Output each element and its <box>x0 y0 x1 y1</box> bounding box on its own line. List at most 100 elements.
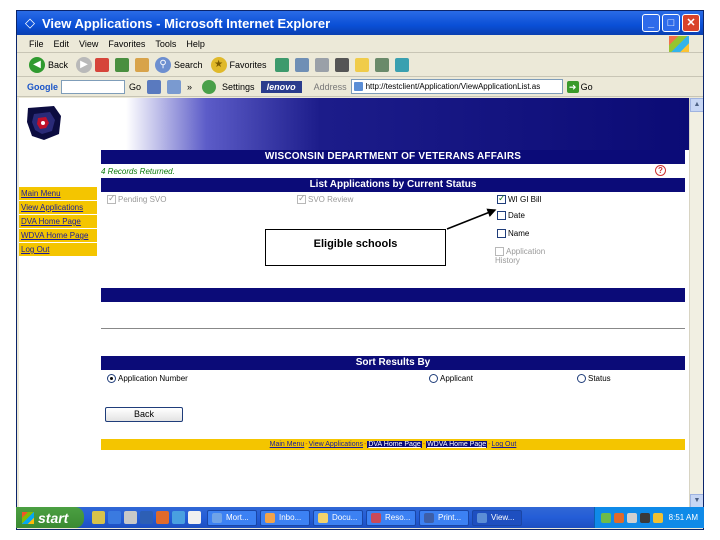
list-applications-header: List Applications by Current Status <box>101 178 685 192</box>
address-go-button[interactable]: ➜ Go <box>566 80 593 93</box>
footer-link-wdva-home[interactable]: WDVA Home Page <box>426 441 488 448</box>
results-bar <box>101 288 685 302</box>
sidebar-item-dva-home[interactable]: DVA Home Page <box>19 215 97 228</box>
footer-links: Main Menu-View Applications- DVA Home Pag… <box>101 439 685 450</box>
footer-link-view-applications[interactable]: View Applications <box>309 441 363 448</box>
taskbar-item[interactable]: Reso... <box>366 509 416 526</box>
start-button[interactable]: start <box>16 507 84 528</box>
sort-option-application-number[interactable]: Application Number <box>107 374 188 384</box>
footer-separator: - <box>305 441 308 448</box>
more-chevron[interactable]: » <box>187 82 192 92</box>
filter-option-name[interactable]: Name <box>497 229 530 239</box>
date-checkbox[interactable] <box>497 211 506 221</box>
menu-tools[interactable]: Tools <box>155 39 176 49</box>
settings-button[interactable]: Settings <box>222 82 255 92</box>
application-number-radio[interactable] <box>107 374 116 384</box>
status-option-wi-gi-bill[interactable]: WI GI Bill <box>497 193 541 205</box>
svo-review-label: SVO Review <box>308 195 354 204</box>
taskbar-item[interactable]: Inbo... <box>260 509 310 526</box>
menu-file[interactable]: File <box>29 39 44 49</box>
title-bar[interactable]: ◇ View Applications - Microsoft Internet… <box>17 11 703 35</box>
favorites-label: Favorites <box>229 59 267 70</box>
quick-launch-icon[interactable] <box>188 511 201 524</box>
minimize-button[interactable]: _ <box>642 14 660 32</box>
sidebar-item-view-applications[interactable]: View Applications <box>19 201 97 214</box>
applicant-radio[interactable] <box>429 374 438 384</box>
sort-option-status[interactable]: Status <box>577 374 611 384</box>
quick-launch-icon[interactable] <box>140 511 153 524</box>
footer-separator: - <box>363 441 367 448</box>
vertical-scrollbar[interactable]: ▲ ▼ <box>689 98 703 508</box>
refresh-icon[interactable] <box>115 57 130 72</box>
page-viewport: WISCONSIN DEPARTMENT OF VETERANS AFFAIRS… <box>19 98 689 508</box>
search-toolbar-button[interactable]: ⚲ Search <box>155 56 203 73</box>
tray-icon[interactable] <box>600 512 611 523</box>
forward-arrow-icon[interactable]: ▶ <box>76 56 93 73</box>
quick-launch-icon[interactable] <box>156 511 169 524</box>
quick-launch-icon[interactable] <box>124 511 137 524</box>
stop-icon[interactable] <box>95 57 110 72</box>
menu-view[interactable]: View <box>79 39 98 49</box>
search-label: Search <box>174 59 203 70</box>
footer-link-dva-home[interactable]: DVA Home Page <box>367 441 422 448</box>
address-input[interactable]: http://testclient/Application/ViewApplic… <box>350 79 563 94</box>
home-icon[interactable] <box>135 57 150 72</box>
lenovo-logo[interactable]: lenovo <box>260 80 302 93</box>
menu-help[interactable]: Help <box>186 39 205 49</box>
filter-option-date[interactable]: Date <box>497 211 525 221</box>
google-search-input[interactable] <box>61 79 125 94</box>
messenger-icon[interactable] <box>394 57 409 72</box>
print-icon[interactable] <box>314 57 329 72</box>
applicant-label: Applicant <box>440 374 473 383</box>
close-button[interactable]: ✕ <box>682 14 700 32</box>
history-icon[interactable] <box>274 57 289 72</box>
name-label: Name <box>508 229 530 238</box>
sort-option-applicant[interactable]: Applicant <box>429 374 473 384</box>
taskbar-item[interactable]: Mort... <box>207 509 257 526</box>
name-checkbox[interactable] <box>497 229 506 239</box>
sidebar-item-main-menu[interactable]: Main Menu <box>19 187 97 200</box>
system-tray: 8:51 AM <box>593 507 704 528</box>
svo-review-checkbox <box>297 193 306 205</box>
quick-launch-icon[interactable] <box>92 511 105 524</box>
quick-launch-icon[interactable] <box>108 511 121 524</box>
quick-launch <box>92 511 201 524</box>
sidebar-item-wdva-home[interactable]: WDVA Home Page <box>19 229 97 242</box>
google-popup-icon[interactable] <box>147 79 162 94</box>
google-mail-icon[interactable] <box>167 79 182 94</box>
taskbar-item[interactable]: Docu... <box>313 509 363 526</box>
taskbar-item-active[interactable]: View... <box>472 509 522 526</box>
quick-launch-icon[interactable] <box>172 511 185 524</box>
tray-icon[interactable] <box>613 512 624 523</box>
favorites-toolbar-button[interactable]: ★ Favorites <box>210 56 267 73</box>
google-go-button[interactable]: Go <box>129 82 141 92</box>
mail-icon[interactable] <box>294 57 309 72</box>
edit-icon[interactable] <box>334 57 349 72</box>
filter-option-application-history: Application History <box>495 247 565 265</box>
help-icon[interactable]: ? <box>655 165 666 176</box>
menu-favorites[interactable]: Favorites <box>108 39 145 49</box>
footer-link-main-menu[interactable]: Main Menu <box>270 441 305 448</box>
standard-toolbar: ◀ Back ▶ ⚲ Search ★ Favorites <box>17 53 703 77</box>
back-button[interactable]: Back <box>105 407 183 422</box>
scroll-up-icon[interactable]: ▲ <box>690 98 703 112</box>
tray-icon[interactable] <box>652 512 663 523</box>
taskbar-item[interactable]: Print... <box>419 509 469 526</box>
sidebar-nav: Main Menu View Applications DVA Home Pag… <box>19 187 97 257</box>
page-title: WISCONSIN DEPARTMENT OF VETERANS AFFAIRS <box>101 150 685 164</box>
wi-gi-bill-checkbox[interactable] <box>497 193 506 205</box>
tray-icon[interactable] <box>626 512 637 523</box>
maximize-button[interactable]: □ <box>662 14 680 32</box>
records-count: 4 Records Returned. <box>101 167 175 176</box>
tray-icon[interactable] <box>639 512 650 523</box>
research-icon[interactable] <box>374 57 389 72</box>
back-nav-button[interactable]: ◀ Back <box>29 56 69 73</box>
taskbar-item-label: Print... <box>438 512 462 522</box>
menu-edit[interactable]: Edit <box>54 39 70 49</box>
footer-link-log-out[interactable]: Log Out <box>491 441 516 448</box>
scroll-down-icon[interactable]: ▼ <box>690 494 703 508</box>
status-radio[interactable] <box>577 374 586 384</box>
back-nav-label: Back <box>48 59 69 70</box>
sidebar-item-log-out[interactable]: Log Out <box>19 243 97 256</box>
folder-icon[interactable] <box>354 57 369 72</box>
